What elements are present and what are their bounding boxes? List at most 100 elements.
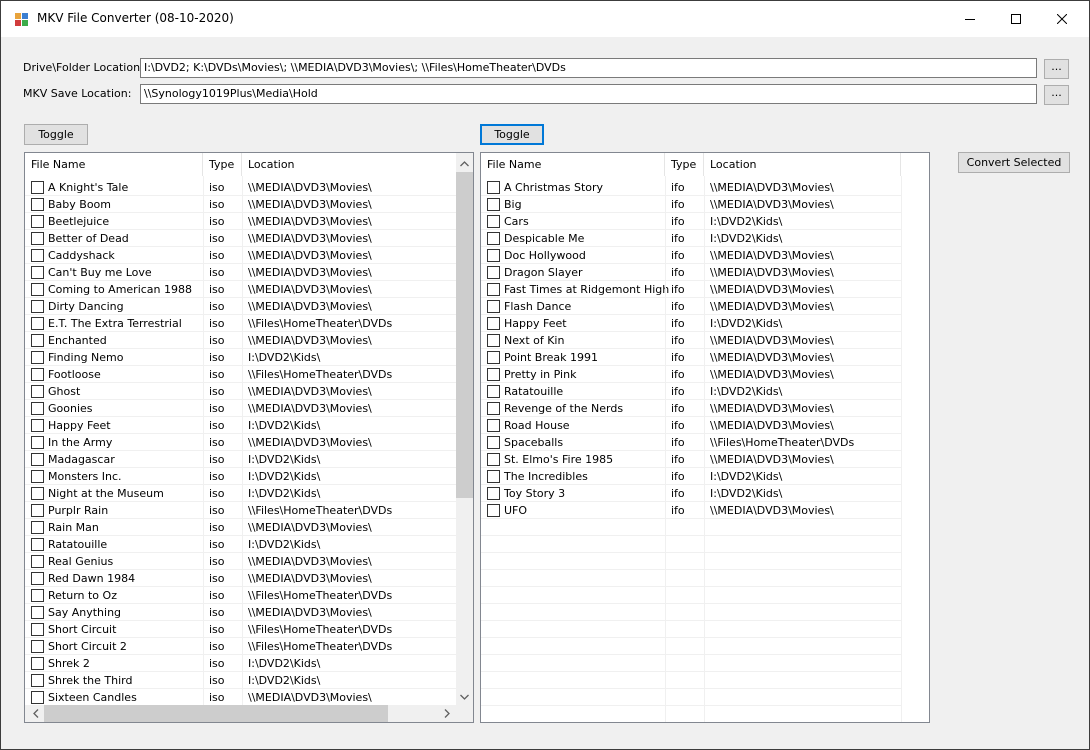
list-item[interactable]: Happy Feet iso I:\DVD2\Kids\ xyxy=(25,417,473,434)
row-checkbox[interactable] xyxy=(31,589,44,602)
list-item[interactable]: Coming to American 1988 iso \\MEDIA\DVD3\M… xyxy=(25,281,473,298)
list-item[interactable]: A Knight's Tale iso \\MEDIA\DVD3\Movies\ xyxy=(25,179,473,196)
row-checkbox[interactable] xyxy=(31,317,44,330)
list-item[interactable]: Pretty in Pink ifo \\MEDIA\DVD3\Movies\ xyxy=(481,366,929,383)
row-checkbox[interactable] xyxy=(31,538,44,551)
column-header-location[interactable]: Location xyxy=(704,153,901,176)
scroll-right-arrow-icon[interactable] xyxy=(438,705,455,722)
column-header-file-name[interactable]: File Name xyxy=(25,153,203,176)
row-checkbox[interactable] xyxy=(31,453,44,466)
column-header-file-name[interactable]: File Name xyxy=(481,153,665,176)
row-checkbox[interactable] xyxy=(31,249,44,262)
close-button[interactable] xyxy=(1039,1,1085,37)
list-item[interactable]: Doc Hollywood ifo \\MEDIA\DVD3\Movies\ xyxy=(481,247,929,264)
list-item[interactable]: Baby Boom iso \\MEDIA\DVD3\Movies\ xyxy=(25,196,473,213)
toggle-right-button[interactable]: Toggle xyxy=(480,124,544,145)
list-item[interactable]: Short Circuit 2 iso \\Files\HomeTheater\DV… xyxy=(25,638,473,655)
row-checkbox[interactable] xyxy=(31,232,44,245)
list-item[interactable]: Big ifo \\MEDIA\DVD3\Movies\ xyxy=(481,196,929,213)
row-checkbox[interactable] xyxy=(31,657,44,670)
row-checkbox[interactable] xyxy=(487,232,500,245)
row-checkbox[interactable] xyxy=(487,249,500,262)
list-item[interactable]: St. Elmo's Fire 1985 ifo \\MEDIA\DVD3\Movi… xyxy=(481,451,929,468)
list-item[interactable]: Rain Man iso \\MEDIA\DVD3\Movies\ xyxy=(25,519,473,536)
list-item[interactable]: Can't Buy me Love iso \\MEDIA\DVD3\Movies\ xyxy=(25,264,473,281)
list-item[interactable]: Dragon Slayer ifo \\MEDIA\DVD3\Movies\ xyxy=(481,264,929,281)
list-item[interactable]: A Christmas Story ifo \\MEDIA\DVD3\Movies\ xyxy=(481,179,929,196)
row-checkbox[interactable] xyxy=(487,453,500,466)
row-checkbox[interactable] xyxy=(487,368,500,381)
scroll-left-arrow-icon[interactable] xyxy=(27,705,44,722)
row-checkbox[interactable] xyxy=(31,623,44,636)
list-item[interactable]: Flash Dance ifo \\MEDIA\DVD3\Movies\ xyxy=(481,298,929,315)
row-checkbox[interactable] xyxy=(31,334,44,347)
title-bar[interactable]: MKV File Converter (08-10-2020) xyxy=(1,1,1089,37)
column-header-type[interactable]: Type xyxy=(203,153,242,176)
row-checkbox[interactable] xyxy=(487,487,500,500)
list-item[interactable]: In the Army iso \\MEDIA\DVD3\Movies\ xyxy=(25,434,473,451)
list-item[interactable]: Happy Feet ifo I:\DVD2\Kids\ xyxy=(481,315,929,332)
list-item[interactable]: Red Dawn 1984 iso \\MEDIA\DVD3\Movies\ xyxy=(25,570,473,587)
list-item[interactable]: Sixteen Candles iso \\MEDIA\DVD3\Movies\ xyxy=(25,689,473,706)
list-item[interactable]: Footloose iso \\Files\HomeTheater\DVDs xyxy=(25,366,473,383)
left-vertical-scroll-thumb[interactable] xyxy=(456,172,473,498)
list-item[interactable]: Enchanted iso \\MEDIA\DVD3\Movies\ xyxy=(25,332,473,349)
row-checkbox[interactable] xyxy=(31,555,44,568)
row-checkbox[interactable] xyxy=(487,266,500,279)
list-item[interactable]: The Incredibles ifo I:\DVD2\Kids\ xyxy=(481,468,929,485)
list-item[interactable]: Night at the Museum iso I:\DVD2\Kids\ xyxy=(25,485,473,502)
column-header-location[interactable]: Location xyxy=(242,153,458,176)
left-file-list[interactable]: File Name Type Location A Knight's Tale i… xyxy=(24,152,474,723)
row-checkbox[interactable] xyxy=(31,640,44,653)
row-checkbox[interactable] xyxy=(31,674,44,687)
row-checkbox[interactable] xyxy=(31,521,44,534)
row-checkbox[interactable] xyxy=(31,419,44,432)
left-vertical-scrollbar[interactable] xyxy=(456,153,473,705)
row-checkbox[interactable] xyxy=(31,691,44,704)
list-item[interactable]: Shrek 2 iso I:\DVD2\Kids\ xyxy=(25,655,473,672)
row-checkbox[interactable] xyxy=(487,351,500,364)
list-item[interactable]: Next of Kin ifo \\MEDIA\DVD3\Movies\ xyxy=(481,332,929,349)
maximize-button[interactable] xyxy=(993,1,1039,37)
toggle-left-button[interactable]: Toggle xyxy=(24,124,88,145)
row-checkbox[interactable] xyxy=(487,198,500,211)
row-checkbox[interactable] xyxy=(31,504,44,517)
row-checkbox[interactable] xyxy=(31,572,44,585)
row-checkbox[interactable] xyxy=(31,300,44,313)
row-checkbox[interactable] xyxy=(487,385,500,398)
convert-selected-button[interactable]: Convert Selected xyxy=(958,152,1070,173)
row-checkbox[interactable] xyxy=(31,181,44,194)
row-checkbox[interactable] xyxy=(31,385,44,398)
drive-folder-input[interactable]: I:\DVD2; K:\DVDs\Movies\; \\MEDIA\DVD3\M… xyxy=(140,58,1037,78)
row-checkbox[interactable] xyxy=(487,436,500,449)
left-horizontal-scrollbar[interactable] xyxy=(25,705,473,722)
row-checkbox[interactable] xyxy=(487,215,500,228)
list-item[interactable]: Toy Story 3 ifo I:\DVD2\Kids\ xyxy=(481,485,929,502)
list-item[interactable]: Ratatouille ifo I:\DVD2\Kids\ xyxy=(481,383,929,400)
row-checkbox[interactable] xyxy=(487,283,500,296)
list-item[interactable]: Dirty Dancing iso \\MEDIA\DVD3\Movies\ xyxy=(25,298,473,315)
list-item[interactable]: Point Break 1991 ifo \\MEDIA\DVD3\Movies\ xyxy=(481,349,929,366)
scroll-down-arrow-icon[interactable] xyxy=(456,688,473,705)
row-checkbox[interactable] xyxy=(31,606,44,619)
list-item[interactable]: Say Anything iso \\MEDIA\DVD3\Movies\ xyxy=(25,604,473,621)
list-item[interactable]: Fast Times at Ridgemont High ifo \\MEDIA\D… xyxy=(481,281,929,298)
right-file-list[interactable]: File Name Type Location A Christmas Stor… xyxy=(480,152,930,723)
row-checkbox[interactable] xyxy=(31,198,44,211)
row-checkbox[interactable] xyxy=(31,470,44,483)
list-item[interactable]: Cars ifo I:\DVD2\Kids\ xyxy=(481,213,929,230)
list-item[interactable]: Return to Oz iso \\Files\HomeTheater\DVDs xyxy=(25,587,473,604)
list-item[interactable]: Shrek the Third iso I:\DVD2\Kids\ xyxy=(25,672,473,689)
list-item[interactable]: Ghost iso \\MEDIA\DVD3\Movies\ xyxy=(25,383,473,400)
list-item[interactable]: Ratatouille iso I:\DVD2\Kids\ xyxy=(25,536,473,553)
list-item[interactable]: Spaceballs ifo \\Files\HomeTheater\DVDs xyxy=(481,434,929,451)
row-checkbox[interactable] xyxy=(487,504,500,517)
row-checkbox[interactable] xyxy=(487,334,500,347)
scroll-up-arrow-icon[interactable] xyxy=(456,155,473,172)
list-item[interactable]: Better of Dead iso \\MEDIA\DVD3\Movies\ xyxy=(25,230,473,247)
list-item[interactable]: E.T. The Extra Terrestrial iso \\Files\Hom… xyxy=(25,315,473,332)
row-checkbox[interactable] xyxy=(31,351,44,364)
row-checkbox[interactable] xyxy=(487,470,500,483)
row-checkbox[interactable] xyxy=(487,181,500,194)
list-item[interactable]: Monsters Inc. iso I:\DVD2\Kids\ xyxy=(25,468,473,485)
